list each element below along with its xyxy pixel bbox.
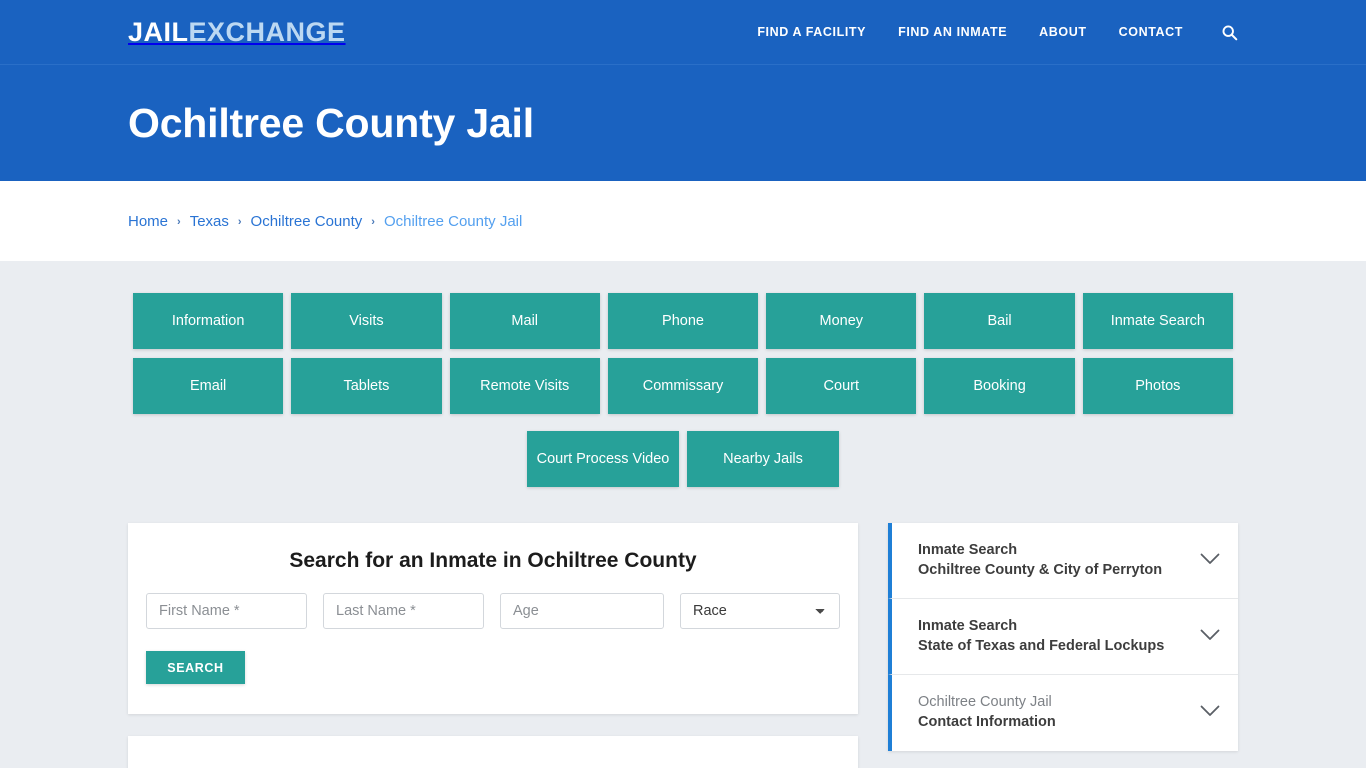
chevron-right-icon: › (371, 215, 375, 228)
accordion-item-line2: Ochiltree County & City of Perryton (918, 561, 1163, 578)
content-columns: Search for an Inmate in Ochiltree County… (128, 523, 1238, 768)
jail-information-card: Ochiltree County Jail Information (128, 736, 858, 768)
accordion-item-line2: Contact Information (918, 714, 1056, 730)
section-nav-grid: Information Visits Mail Phone Money Bail… (133, 261, 1233, 487)
breadcrumb-item-home[interactable]: Home (128, 213, 168, 230)
section-button-court[interactable]: Court (766, 358, 917, 414)
first-name-input[interactable] (146, 593, 307, 629)
section-button-remote-visits[interactable]: Remote Visits (449, 358, 600, 414)
section-button-commissary[interactable]: Commissary (607, 358, 759, 414)
accordion-item-contact-information[interactable]: Ochiltree County Jail Contact Informatio… (888, 675, 1238, 751)
chevron-down-icon[interactable] (1200, 552, 1220, 570)
section-button-tablets[interactable]: Tablets (291, 358, 442, 414)
section-button-court-process-video[interactable]: Court Process Video (527, 431, 679, 487)
breadcrumb-item-texas[interactable]: Texas (190, 213, 229, 230)
section-nav-row-1: Information Visits Mail Phone Money Bail… (133, 293, 1233, 349)
section-button-phone[interactable]: Phone (607, 293, 759, 349)
accordion-item-text: Inmate Search Ochiltree County & City of… (918, 541, 1162, 580)
main-column: Search for an Inmate in Ochiltree County… (128, 523, 858, 768)
breadcrumb-item-ochiltree-county-jail[interactable]: Ochiltree County Jail (384, 213, 522, 230)
chevron-right-icon: › (177, 215, 181, 228)
accordion-item-text: Ochiltree County Jail Contact Informatio… (918, 693, 1056, 732)
section-nav-row-3: Court Process Video Nearby Jails (133, 431, 1233, 487)
inmate-search-card: Search for an Inmate in Ochiltree County… (128, 523, 858, 714)
main-navigation: FIND A FACILITY FIND AN INMATE ABOUT CON… (757, 24, 1238, 41)
race-select[interactable]: Race (680, 593, 840, 629)
hero-banner: Ochiltree County Jail (0, 64, 1366, 181)
breadcrumb-item-ochiltree-county[interactable]: Ochiltree County (251, 213, 363, 230)
nav-item-about[interactable]: ABOUT (1039, 25, 1086, 39)
nav-item-find-an-inmate[interactable]: FIND AN INMATE (898, 25, 1007, 39)
breadcrumb-bar: Home › Texas › Ochiltree County › Ochilt… (0, 181, 1366, 261)
section-button-information[interactable]: Information (133, 293, 284, 349)
accordion-item-inmate-search-state[interactable]: Inmate Search State of Texas and Federal… (888, 599, 1238, 675)
accordion-item-line1: Ochiltree County Jail (918, 694, 1052, 711)
accordion-item-line1: Inmate Search (918, 617, 1018, 634)
search-icon[interactable] (1221, 24, 1238, 41)
site-logo[interactable]: JAILEXCHANGE (128, 16, 346, 47)
site-header: JAILEXCHANGE FIND A FACILITY FIND AN INM… (0, 0, 1366, 64)
chevron-down-icon[interactable] (1200, 704, 1220, 722)
sidebar-column: Inmate Search Ochiltree County & City of… (888, 523, 1238, 751)
nav-item-find-a-facility[interactable]: FIND A FACILITY (757, 25, 866, 39)
section-button-nearby-jails[interactable]: Nearby Jails (687, 431, 839, 487)
nav-item-contact[interactable]: CONTACT (1119, 25, 1183, 39)
accordion-item-line2: State of Texas and Federal Lockups (918, 637, 1165, 654)
breadcrumb: Home › Texas › Ochiltree County › Ochilt… (128, 213, 522, 230)
page-body: Information Visits Mail Phone Money Bail… (0, 261, 1366, 768)
search-submit-button[interactable]: SEARCH (146, 651, 245, 684)
section-button-money[interactable]: Money (766, 293, 917, 349)
accordion-item-inmate-search-county[interactable]: Inmate Search Ochiltree County & City of… (888, 523, 1238, 599)
chevron-right-icon: › (237, 215, 242, 228)
inmate-search-heading: Search for an Inmate in Ochiltree County (289, 549, 697, 572)
section-button-visits[interactable]: Visits (291, 293, 442, 349)
accordion-item-text: Inmate Search State of Texas and Federal… (918, 617, 1164, 656)
logo-text-secondary: EXCHANGE (188, 16, 346, 47)
section-button-inmate-search[interactable]: Inmate Search (1082, 293, 1233, 349)
section-button-bail[interactable]: Bail (924, 293, 1075, 349)
section-nav-row-2: Email Tablets Remote Visits Commissary C… (133, 358, 1233, 414)
age-input[interactable] (500, 593, 664, 629)
sidebar-accordion: Inmate Search Ochiltree County & City of… (888, 523, 1238, 751)
accordion-item-line1: Inmate Search (918, 541, 1018, 558)
section-button-email[interactable]: Email (133, 358, 284, 414)
chevron-down-icon[interactable] (1200, 628, 1220, 646)
section-button-photos[interactable]: Photos (1082, 358, 1233, 414)
section-button-booking[interactable]: Booking (924, 358, 1075, 414)
page-title: Ochiltree County Jail (128, 99, 534, 146)
logo-text-primary: JAIL (128, 16, 189, 47)
inmate-search-form: Race (146, 593, 840, 629)
last-name-input[interactable] (323, 593, 484, 629)
section-button-mail[interactable]: Mail (449, 293, 600, 349)
